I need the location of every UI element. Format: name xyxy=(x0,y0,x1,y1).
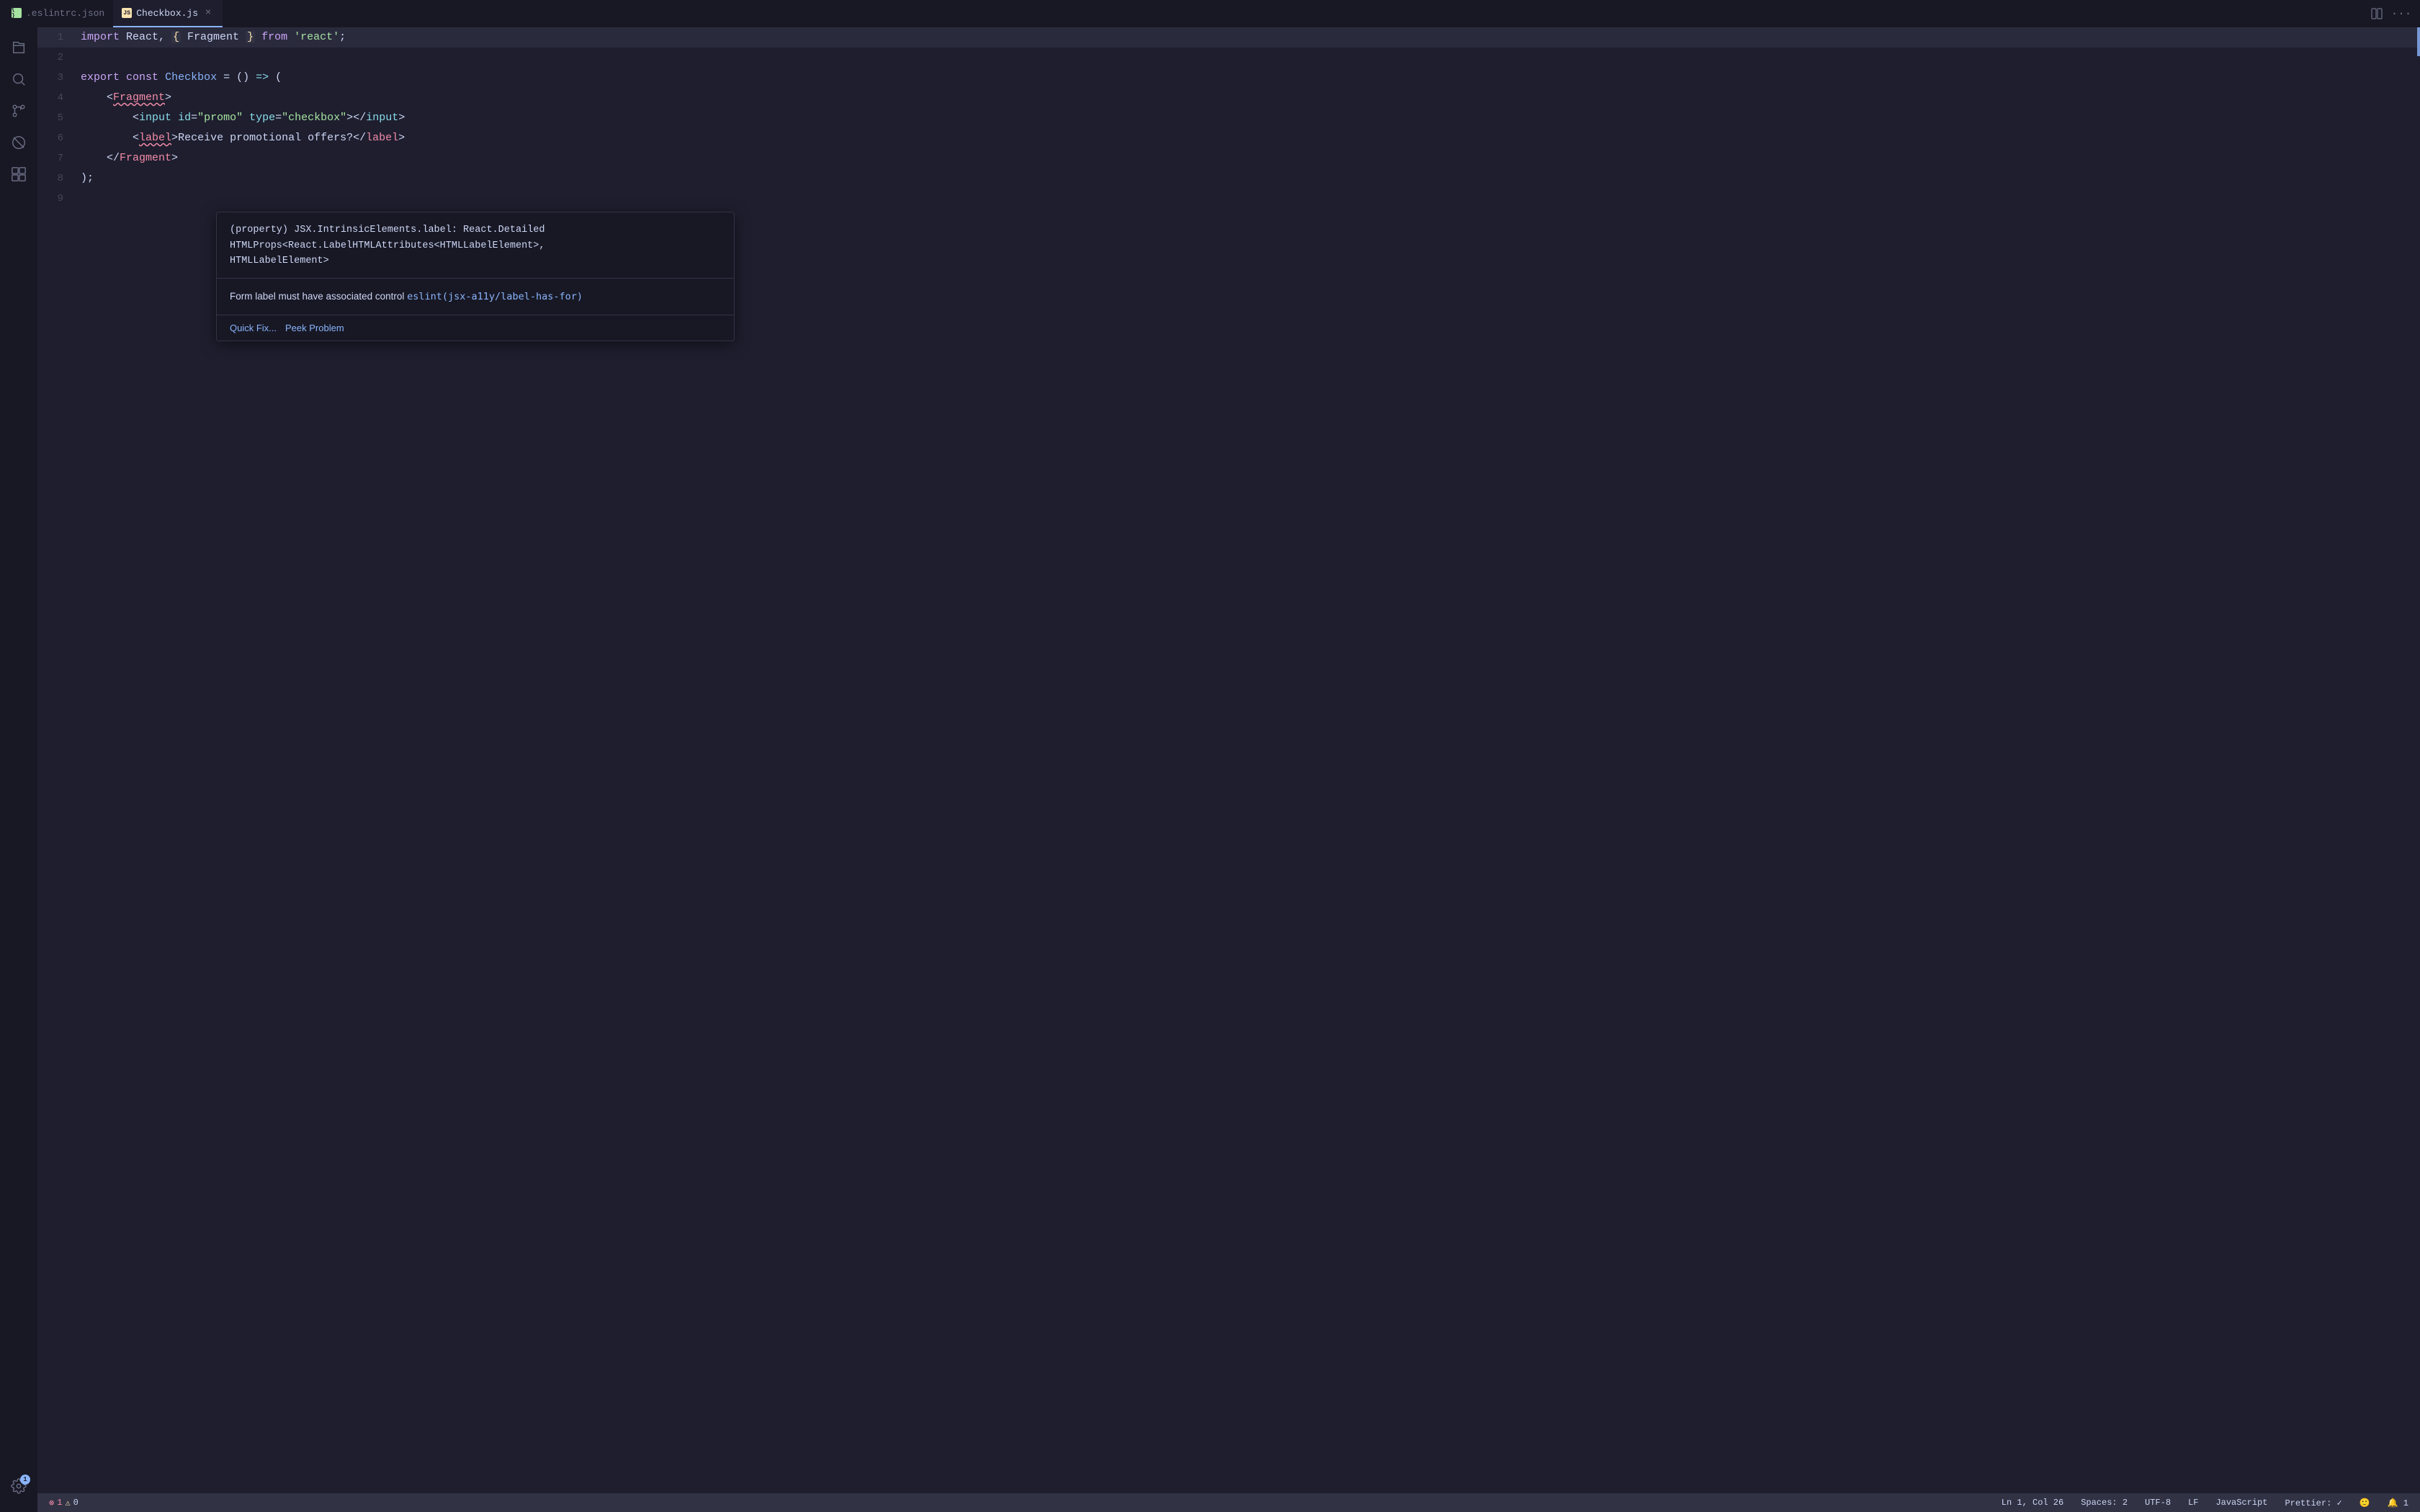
activity-item-search[interactable] xyxy=(4,65,33,94)
status-notification[interactable]: 🔔 1 xyxy=(2385,1498,2411,1508)
line-number-9: 9 xyxy=(37,189,75,209)
kw-import: import xyxy=(81,31,120,43)
code-line-1: 1 import React, { Fragment } from 'react… xyxy=(37,27,2420,48)
tooltip-error: Form label must have associated control … xyxy=(217,279,734,315)
status-spaces[interactable]: Spaces: 2 xyxy=(2078,1498,2130,1508)
line-number-8: 8 xyxy=(37,168,75,189)
activity-item-debug[interactable] xyxy=(4,128,33,157)
fragment-open-tag: Fragment xyxy=(113,91,165,104)
line-content-5: <input id="promo" type="checkbox"></inpu… xyxy=(75,108,2420,128)
line-number-5: 5 xyxy=(37,108,75,128)
line-number-3: 3 xyxy=(37,68,75,88)
line-number-2: 2 xyxy=(37,48,75,68)
tooltip-type-line2: HTMLProps<React.LabelHTMLAttributes<HTML… xyxy=(230,238,721,254)
status-position[interactable]: Ln 1, Col 26 xyxy=(1999,1498,2066,1508)
spaces-label: Spaces: 2 xyxy=(2081,1498,2128,1508)
tab-checkbox[interactable]: JS Checkbox.js × xyxy=(113,0,223,27)
code-line-2: 2 xyxy=(37,48,2420,68)
code-line-7: 7 </Fragment> xyxy=(37,148,2420,168)
line-content-8: ); xyxy=(75,168,2420,189)
tab-bar: { } .eslintrc.json JS Checkbox.js × ··· xyxy=(0,0,2420,27)
line-number-6: 6 xyxy=(37,128,75,148)
tooltip-error-rule: eslint(jsx-a11y/label-has-for) xyxy=(407,291,583,302)
emoji-icon: 🙂 xyxy=(2360,1498,2370,1508)
code-line-9: 9 xyxy=(37,189,2420,209)
tooltip-popup: (property) JSX.IntrinsicElements.label: … xyxy=(216,212,735,341)
status-bar-right: Ln 1, Col 26 Spaces: 2 UTF-8 LF JavaScri… xyxy=(1999,1498,2411,1508)
activity-item-explorer[interactable] xyxy=(4,33,33,62)
error-icon: ⊗ xyxy=(49,1498,54,1508)
files-icon xyxy=(11,40,27,55)
tooltip-type-line3: HTMLLabelElement> xyxy=(230,253,721,269)
split-editor-button[interactable] xyxy=(2367,4,2387,24)
tab-bar-actions: ··· xyxy=(2367,4,2417,24)
line-number-4: 4 xyxy=(37,88,75,108)
tab-icon-checkbox: JS xyxy=(122,8,132,18)
status-bar: ⊗ 1 ⚠ 0 Ln 1, Col 26 Spaces: 2 UTF-8 LF xyxy=(37,1493,2420,1512)
bracket-close: } xyxy=(246,31,255,43)
quick-fix-button[interactable]: Quick Fix... xyxy=(230,323,285,333)
line-content-7: </Fragment> xyxy=(75,148,2420,168)
activity-item-settings[interactable]: 1 xyxy=(4,1472,33,1500)
more-actions-button[interactable]: ··· xyxy=(2391,4,2411,24)
tab-icon-eslintrc: { } xyxy=(12,8,22,18)
error-count: 1 xyxy=(57,1498,62,1508)
search-icon xyxy=(11,71,27,87)
status-emoji[interactable]: 🙂 xyxy=(2357,1498,2373,1508)
status-language[interactable]: JavaScript xyxy=(2213,1498,2270,1508)
tab-eslintrc[interactable]: { } .eslintrc.json xyxy=(3,0,113,27)
line-content-9 xyxy=(75,189,2420,209)
tooltip-type-line1: (property) JSX.IntrinsicElements.label: … xyxy=(230,222,721,238)
extensions-icon xyxy=(11,166,27,182)
line-ending-label: LF xyxy=(2188,1498,2198,1508)
language-label: JavaScript xyxy=(2215,1498,2267,1508)
status-formatter[interactable]: Prettier: ✓ xyxy=(2282,1498,2344,1508)
line-content-1: import React, { Fragment } from 'react'; xyxy=(75,27,2420,48)
main-layout: 1 1 import React, { Fragment } from 'rea… xyxy=(0,27,2420,1512)
editor-content[interactable]: 1 import React, { Fragment } from 'react… xyxy=(37,27,2420,1493)
tooltip-type-info: (property) JSX.IntrinsicElements.label: … xyxy=(217,212,734,279)
notification-icon: 🔔 1 xyxy=(2388,1498,2408,1508)
code-line-8: 8 ); xyxy=(37,168,2420,189)
status-encoding[interactable]: UTF-8 xyxy=(2142,1498,2174,1508)
cursor-position: Ln 1, Col 26 xyxy=(2002,1498,2063,1508)
line-content-2 xyxy=(75,48,2420,68)
code-line-4: 4 <Fragment> xyxy=(37,88,2420,108)
debug-icon xyxy=(11,135,27,150)
code-line-5: 5 <input id="promo" type="checkbox"></in… xyxy=(37,108,2420,128)
tab-label-eslintrc: .eslintrc.json xyxy=(26,8,104,19)
editor-area: 1 import React, { Fragment } from 'react… xyxy=(37,27,2420,1512)
line-content-3: export const Checkbox = () => ( xyxy=(75,68,2420,88)
scrollbar-accent xyxy=(2417,27,2420,56)
code-line-6: 6 <label>Receive promotional offers?</la… xyxy=(37,128,2420,148)
git-icon xyxy=(11,103,27,119)
warning-icon: ⚠ xyxy=(65,1498,70,1508)
status-line-ending[interactable]: LF xyxy=(2185,1498,2201,1508)
tab-close-checkbox[interactable]: × xyxy=(202,7,214,19)
string-react: 'react' xyxy=(294,31,339,43)
tooltip-actions: Quick Fix... Peek Problem xyxy=(217,315,734,341)
line-content-4: <Fragment> xyxy=(75,88,2420,108)
tab-label-checkbox: Checkbox.js xyxy=(136,8,198,19)
line-content-6: <label>Receive promotional offers?</labe… xyxy=(75,128,2420,148)
ellipsis-icon: ··· xyxy=(2391,7,2412,20)
code-line-3: 3 export const Checkbox = () => ( xyxy=(37,68,2420,88)
peek-problem-button[interactable]: Peek Problem xyxy=(285,323,353,333)
encoding-label: UTF-8 xyxy=(2145,1498,2171,1508)
warning-count: 0 xyxy=(73,1498,79,1508)
line-number-7: 7 xyxy=(37,148,75,168)
formatter-label: Prettier: ✓ xyxy=(2285,1498,2341,1508)
status-bar-left: ⊗ 1 ⚠ 0 xyxy=(46,1498,81,1508)
status-errors[interactable]: ⊗ 1 ⚠ 0 xyxy=(46,1498,81,1508)
settings-badge: 1 xyxy=(20,1475,30,1485)
bracket-open: { xyxy=(171,31,181,43)
activity-bar-bottom: 1 xyxy=(4,1472,33,1506)
activity-item-git[interactable] xyxy=(4,96,33,125)
kw-from: from xyxy=(261,31,287,43)
activity-item-extensions[interactable] xyxy=(4,160,33,189)
label-tag-squiggle: label xyxy=(139,132,171,144)
tooltip-error-text: Form label must have associated control xyxy=(230,291,404,302)
line-number-1: 1 xyxy=(37,27,75,48)
activity-bar: 1 xyxy=(0,27,37,1512)
